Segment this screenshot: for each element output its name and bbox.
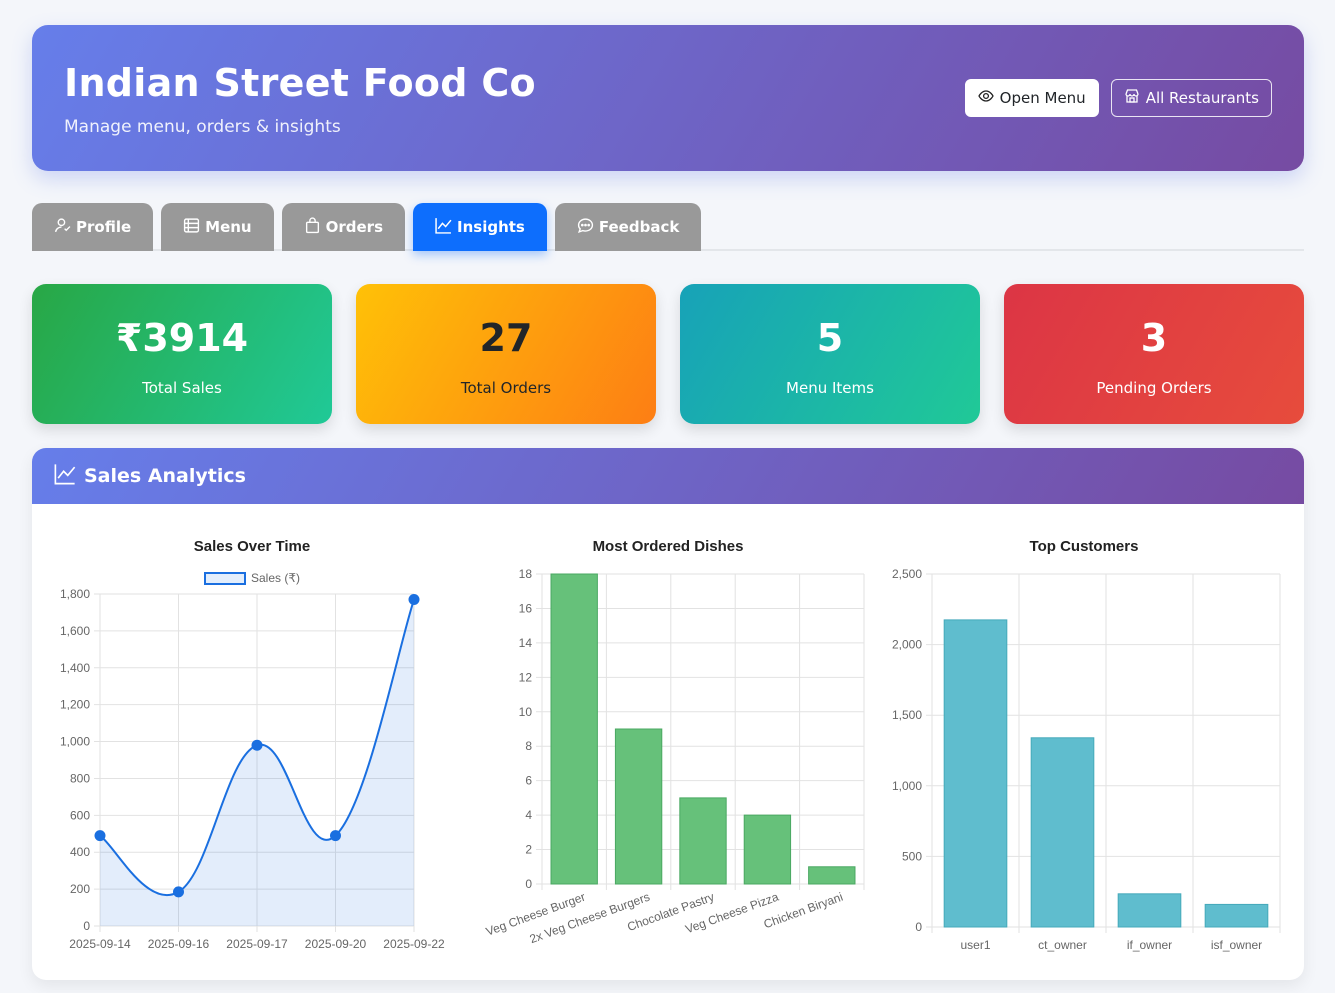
stat-value: 27 [479,316,533,360]
shop-icon [1124,88,1140,108]
open-menu-button[interactable]: Open Menu [964,79,1099,117]
x-tick-label: user1 [960,938,990,952]
dashboard-tabs: Profile Menu Orders Insights Feedback [32,203,1304,251]
y-tick-label: 0 [915,920,922,934]
tab-orders-label: Orders [325,218,383,236]
stat-label: Total Sales [142,379,222,397]
eye-icon [977,88,994,108]
tab-menu[interactable]: Menu [161,203,274,251]
tab-feedback-label: Feedback [598,218,680,236]
header-actions: Open Menu All Restaurants [964,79,1272,117]
stat-card-total-sales: ₹3914 Total Sales [32,284,332,424]
bar [943,619,1008,928]
top-customers-chart: 0 500 1,000 1,500 2,000 2,500 user1 ct_owner if_… [892,567,1281,952]
x-tick-label: ct_owner [1038,938,1087,952]
stat-label: Menu Items [786,379,874,397]
stat-value: ₹3914 [115,316,249,360]
stat-value: 5 [816,316,844,360]
restaurant-subtitle: Manage menu, orders & insights [64,117,341,137]
user-icon [54,217,71,238]
sales-analytics-panel: Sales Analytics Sales Over Time 0 200 400 6… [32,448,1304,980]
tab-menu-label: Menu [205,218,252,236]
restaurant-header: Indian Street Food Co Manage menu, order… [32,25,1304,171]
graph-icon [435,217,452,238]
chat-icon [577,217,594,238]
stat-card-pending-orders: 3 Pending Orders [1004,284,1304,424]
tab-profile[interactable]: Profile [32,203,154,251]
bar [1030,737,1095,928]
tab-feedback[interactable]: Feedback [554,203,702,251]
stat-label: Pending Orders [1096,379,1212,397]
bar [1204,903,1269,928]
open-menu-label: Open Menu [999,89,1086,107]
tab-profile-label: Profile [76,218,132,236]
all-restaurants-label: All Restaurants [1145,89,1259,107]
tab-insights[interactable]: Insights [413,203,547,251]
y-tick-label: 1,500 [892,708,922,722]
tab-orders[interactable]: Orders [281,203,405,251]
tab-insights-label: Insights [457,218,525,236]
stat-card-total-orders: 27 Total Orders [356,284,656,424]
bar [1117,893,1182,928]
x-tick-label: isf_owner [1211,938,1262,952]
y-tick-label: 2,000 [892,638,922,652]
y-tick-label: 500 [902,849,922,863]
menu-list-icon [183,217,200,238]
stat-value: 3 [1140,316,1168,360]
x-tick-label: if_owner [1127,938,1172,952]
restaurant-title: Indian Street Food Co [64,61,536,105]
y-tick-label: 1,000 [892,779,922,793]
all-restaurants-button[interactable]: All Restaurants [1110,79,1272,117]
stat-card-menu-items: 5 Menu Items [680,284,980,424]
y-tick-label: 2,500 [892,567,922,581]
bag-icon [304,216,321,238]
stat-label: Total Orders [460,379,552,397]
